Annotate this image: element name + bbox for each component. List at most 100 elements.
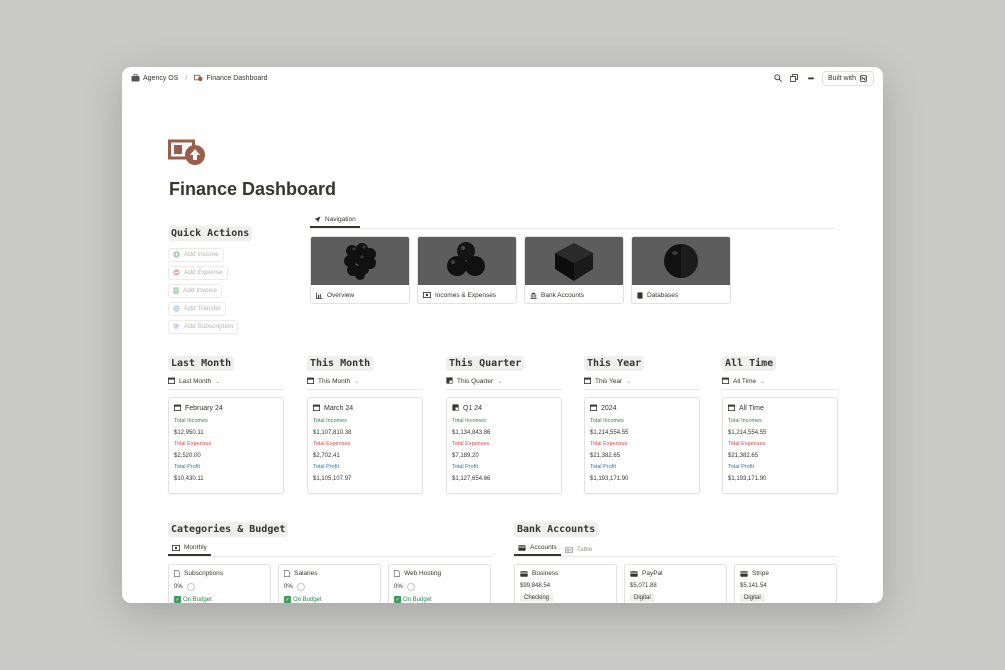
period-view-selector[interactable]: Last Month ⌄	[168, 377, 284, 390]
card-icon	[520, 570, 528, 577]
add-invoice-label: Add Invoice	[183, 287, 217, 294]
total-incomes-value: $1,214,554.55	[728, 430, 767, 436]
add-expense-button[interactable]: Add Expense	[168, 265, 228, 280]
arrow-icon	[314, 216, 321, 223]
add-income-label: Add Income	[184, 251, 219, 258]
nav-card-incomes-expenses[interactable]: Incomes & Expenses	[417, 236, 517, 304]
bank-accounts-heading: Bank Accounts	[514, 522, 599, 537]
budget-status: On Budget	[293, 596, 322, 603]
budget-status: On Budget	[403, 596, 432, 603]
chevron-down-icon: ⌄	[760, 379, 766, 385]
quick-actions-list: Add Income Add Expense Add Invoice Add T…	[168, 245, 298, 335]
total-profit-value: $10,430.11	[174, 476, 204, 482]
chevron-down-icon: ⌄	[354, 379, 360, 385]
bank-card-stripe[interactable]: Stripe $5,141.54 Digital	[734, 564, 837, 603]
top-bar: Agency OS / Finance Dashboard ••• Built …	[122, 67, 883, 89]
period-view-label: This Year	[595, 378, 623, 385]
add-income-button[interactable]: Add Income	[168, 247, 224, 262]
stat-card-title: 2024	[601, 405, 617, 412]
money-icon	[194, 74, 203, 83]
breadcrumb-workspace[interactable]: Agency OS	[143, 75, 178, 82]
transfer-icon	[173, 305, 180, 312]
period-view-selector[interactable]: This Year ⌄	[584, 377, 700, 390]
invoice-icon	[173, 287, 179, 294]
tab-monthly[interactable]: Monthly	[168, 544, 211, 556]
period-stat-card[interactable]: February 24 Total Incomes $12,950.11 Tot…	[168, 397, 284, 494]
period-stat-card[interactable]: 2024 Total Incomes $1,214,554.55 Total E…	[584, 397, 700, 494]
total-expenses-value: $21,382.65	[728, 453, 759, 459]
period-stat-card[interactable]: All Time Total Incomes $1,214,554.55 Tot…	[722, 397, 838, 494]
calendar-icon	[307, 377, 314, 386]
category-name: Salaries	[294, 570, 318, 577]
tab-navigation[interactable]: Navigation	[310, 216, 360, 228]
quick-actions: Quick Actions Add Income Add Expense Add…	[168, 223, 298, 335]
category-card-web-hosting[interactable]: Web Hosting 0% ✓ On Budget	[388, 564, 491, 603]
nav-card-databases[interactable]: Databases	[631, 236, 731, 304]
add-invoice-button[interactable]: Add Invoice	[168, 283, 222, 298]
category-card-salaries[interactable]: Salaries 0% ✓ On Budget	[278, 564, 381, 603]
document-icon	[174, 570, 180, 577]
check-icon: ✓	[174, 596, 181, 603]
calendar-icon	[722, 377, 729, 386]
bank-account-type-tag: Checking	[520, 594, 554, 602]
bank-account-name: PayPal	[642, 570, 663, 577]
category-card-subscriptions[interactable]: Subscriptions 0% ✓ On Budget	[168, 564, 271, 603]
bank-card-paypal[interactable]: PayPal $5,071.88 Digital	[624, 564, 727, 603]
total-incomes-label: Total Incomes	[452, 418, 486, 424]
nav-card-databases-label: Databases	[647, 291, 679, 299]
briefcase-icon	[131, 74, 140, 83]
more-icon[interactable]: •••	[806, 74, 815, 83]
stat-card-title: February 24	[185, 405, 223, 412]
top-actions: ••• Built with	[774, 70, 874, 86]
period-this-quarter: This Quarter This Quarter ⌄ Q1 24 Total …	[446, 353, 562, 494]
period-heading: This Month	[307, 356, 374, 371]
period-view-label: This Month	[318, 378, 351, 385]
calendar-icon	[728, 404, 735, 413]
sphere-image	[632, 237, 730, 285]
period-view-selector[interactable]: This Month ⌄	[307, 377, 423, 390]
bank-accounts-section: Bank Accounts Accounts Table Business $9…	[514, 519, 838, 603]
chevron-down-icon: ⌄	[215, 379, 221, 385]
built-with-button[interactable]: Built with	[821, 70, 874, 86]
tab-navigation-label: Navigation	[325, 216, 356, 223]
period-stat-card[interactable]: Q1 24 Total Incomes $1,134,843.86 Total …	[446, 397, 562, 494]
bank-account-amount: $5,141.54	[740, 583, 767, 589]
tab-accounts[interactable]: Accounts	[514, 544, 561, 556]
breadcrumb: Agency OS / Finance Dashboard	[131, 74, 267, 83]
total-incomes-value: $12,950.11	[174, 430, 204, 436]
card-icon	[630, 570, 638, 577]
period-stat-card[interactable]: March 24 Total Incomes $1,107,810.38 Tot…	[307, 397, 423, 494]
tab-table[interactable]: Table	[561, 546, 597, 556]
bank-account-cards: Business $99,848.54 Checking PayPal $5,0…	[514, 564, 838, 603]
tab-monthly-label: Monthly	[184, 544, 207, 551]
money-icon	[423, 292, 431, 298]
total-expenses-label: Total Expenses	[174, 441, 212, 447]
categories-tabbar: Monthly	[168, 541, 493, 557]
bank-card-business[interactable]: Business $99,848.54 Checking	[514, 564, 617, 603]
add-transfer-button[interactable]: Add Transfer	[168, 301, 227, 316]
calendar-icon	[584, 377, 591, 386]
period-view-selector[interactable]: This Quarter ⌄	[446, 377, 562, 390]
plus-circle-icon	[173, 251, 180, 258]
nav-card-bank-accounts[interactable]: Bank Accounts	[524, 236, 624, 304]
period-view-selector[interactable]: All Time ⌄	[722, 377, 838, 390]
navigation-section: Navigation Overview Incomes & Expenses B…	[310, 213, 836, 304]
total-incomes-value: $1,134,843.86	[452, 430, 491, 436]
nav-card-overview[interactable]: Overview	[310, 236, 410, 304]
minus-circle-icon	[173, 269, 180, 276]
page-money-icon[interactable]	[168, 139, 206, 167]
total-profit-value: $1,193,171.90	[728, 476, 767, 482]
total-incomes-label: Total Incomes	[174, 418, 208, 424]
calendar-icon	[313, 404, 320, 413]
calendar-icon	[168, 377, 175, 386]
add-transfer-label: Add Transfer	[184, 305, 222, 312]
duplicate-icon[interactable]	[790, 74, 799, 83]
add-subscription-button[interactable]: Add Subscription	[168, 319, 239, 334]
breadcrumb-page[interactable]: Finance Dashboard	[206, 75, 267, 82]
period-view-label: All Time	[733, 378, 757, 385]
period-view-label: Last Month	[179, 378, 212, 385]
card-icon	[518, 544, 526, 551]
period-heading: Last Month	[168, 356, 235, 371]
search-icon[interactable]	[774, 74, 783, 83]
progress-ring	[296, 583, 305, 591]
